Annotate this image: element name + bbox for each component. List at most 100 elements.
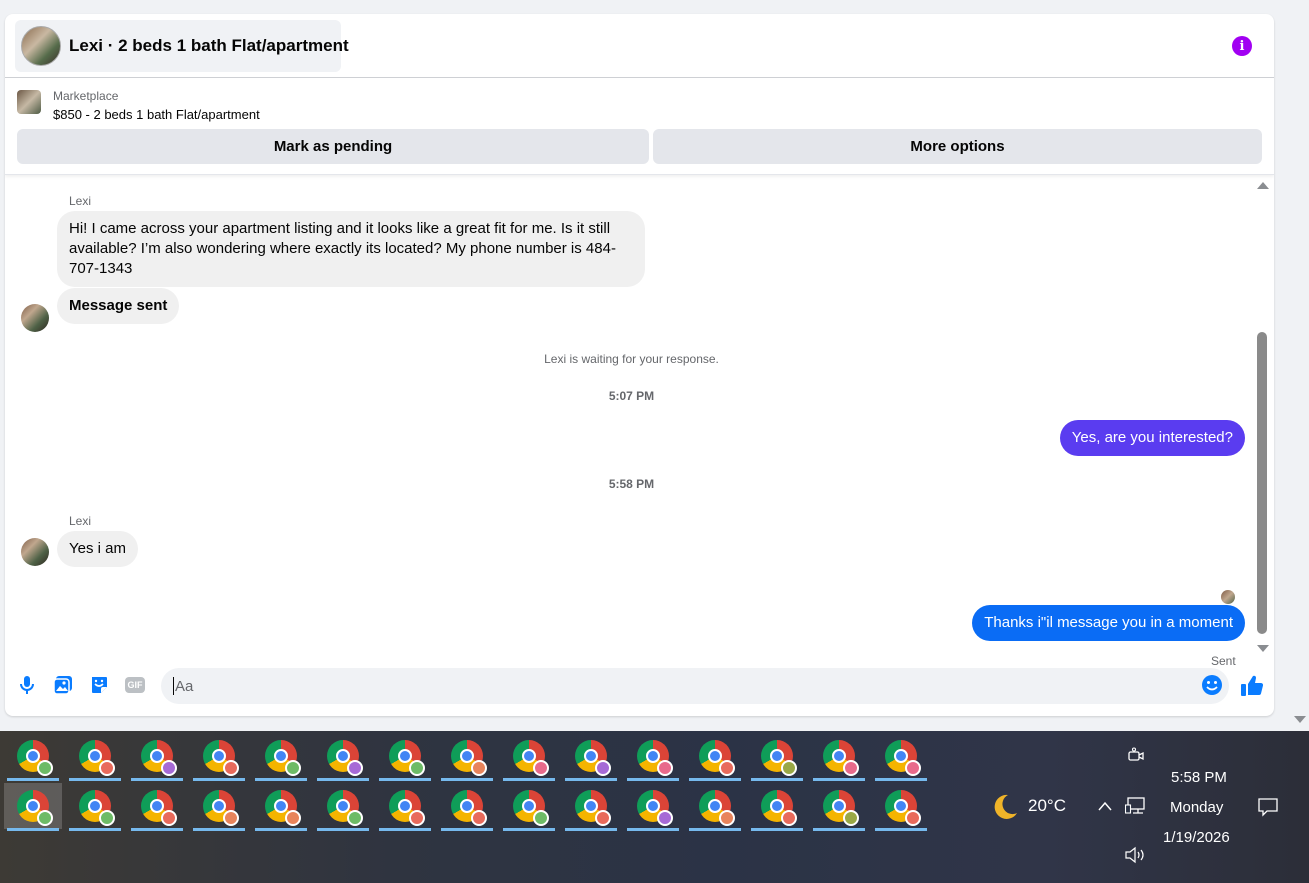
page-scroll-down-arrow[interactable] [1294,716,1306,723]
read-receipt-avatar [1221,590,1235,604]
chrome-taskbar-button[interactable] [686,783,744,831]
volume-icon[interactable] [1124,846,1146,864]
chrome-taskbar-button[interactable] [190,783,248,831]
waiting-notice: Lexi is waiting for your response. [544,352,719,366]
chrome-taskbar-button[interactable] [748,783,806,831]
chrome-taskbar-button[interactable] [438,733,496,781]
profile-badge-icon [223,760,239,776]
chrome-icon [885,790,921,826]
incoming-message[interactable]: Hi! I came across your apartment listing… [57,211,645,287]
gif-icon[interactable]: GIF [124,674,146,696]
outgoing-message[interactable]: Yes, are you interested? [1059,420,1245,456]
clock-date[interactable]: 1/19/2026 [1163,829,1230,846]
emoji-icon[interactable] [1201,674,1223,696]
incoming-message[interactable]: Yes i am [57,531,138,567]
photo-icon[interactable] [52,674,74,696]
temperature-text[interactable]: 20°C [1028,796,1066,816]
sender-avatar[interactable] [21,538,49,566]
chrome-taskbar-button[interactable] [252,733,310,781]
chrome-icon [451,740,487,776]
profile-badge-icon [843,810,859,826]
moon-icon[interactable] [988,792,1020,822]
listing-thumbnail[interactable] [17,90,41,114]
chrome-taskbar-button[interactable] [624,733,682,781]
conversation-title-button[interactable]: Lexi · 2 beds 1 bath Flat/apartment [15,20,349,72]
chrome-taskbar-button[interactable] [128,783,186,831]
chrome-icon [17,740,53,776]
chrome-icon [823,790,859,826]
chrome-taskbar-button[interactable] [376,733,434,781]
timestamp: 5:07 PM [608,389,655,403]
mark-as-pending-button[interactable]: Mark as pending [17,129,649,164]
listing-label: Marketplace [53,89,119,103]
chrome-taskbar-button[interactable] [624,783,682,831]
message-scrollbar[interactable] [1256,182,1270,652]
message-composer: GIF Aa [5,664,1274,708]
chrome-icon [203,740,239,776]
chevron-up-icon[interactable] [1097,799,1113,811]
chrome-taskbar-button[interactable] [376,783,434,831]
profile-badge-icon [657,760,673,776]
text-caret [173,677,174,695]
sender-name: Lexi [69,514,92,528]
profile-badge-icon [905,760,921,776]
sticker-icon[interactable] [88,674,110,696]
chrome-taskbar-button[interactable] [66,733,124,781]
chrome-taskbar-button[interactable] [4,783,62,831]
meet-now-icon[interactable] [1128,747,1144,765]
chrome-icon [79,790,115,826]
outgoing-message[interactable]: Thanks i"il message you in a moment [972,605,1245,641]
chrome-taskbar-button[interactable] [686,733,744,781]
incoming-message-auto[interactable]: Message sent [57,288,180,324]
chrome-taskbar-button[interactable] [500,783,558,831]
clock-day[interactable]: Monday [1170,799,1223,816]
chrome-icon [699,740,735,776]
chrome-taskbar-button[interactable] [66,783,124,831]
network-icon[interactable] [1124,796,1147,816]
scroll-up-arrow[interactable] [1257,182,1269,189]
chrome-taskbar-button[interactable] [190,733,248,781]
profile-badge-icon [781,760,797,776]
chrome-icon [885,740,921,776]
chrome-taskbar-button[interactable] [748,733,806,781]
profile-badge-icon [595,760,611,776]
chrome-taskbar-button[interactable] [872,733,930,781]
scroll-thumb[interactable] [1257,332,1267,634]
listing-price-title[interactable]: $850 - 2 beds 1 bath Flat/apartment [53,107,260,122]
chrome-taskbar-button[interactable] [314,783,372,831]
profile-badge-icon [719,810,735,826]
chrome-icon [575,790,611,826]
message-input-placeholder: Aa [175,677,194,695]
scroll-down-arrow[interactable] [1257,645,1269,652]
chrome-icon [141,740,177,776]
chrome-taskbar-button[interactable] [562,783,620,831]
chrome-taskbar-button[interactable] [314,733,372,781]
message-input[interactable]: Aa [161,668,1229,704]
profile-badge-icon [843,760,859,776]
chrome-taskbar-button[interactable] [500,733,558,781]
chrome-taskbar-button[interactable] [438,783,496,831]
microphone-icon[interactable] [16,674,38,696]
marketplace-listing-banner: Marketplace $850 - 2 beds 1 bath Flat/ap… [5,78,1274,175]
notifications-icon[interactable] [1257,797,1279,817]
chrome-icon [761,740,797,776]
info-icon[interactable]: i [1232,36,1252,56]
chrome-icon [637,740,673,776]
chrome-icon [265,790,301,826]
chrome-icon [79,740,115,776]
profile-badge-icon [595,810,611,826]
chrome-taskbar-button[interactable] [872,783,930,831]
sender-avatar[interactable] [21,304,49,332]
thumbs-up-icon[interactable] [1240,674,1264,698]
more-options-button[interactable]: More options [653,129,1262,164]
chrome-icon [327,790,363,826]
chrome-taskbar-button[interactable] [128,733,186,781]
clock-time[interactable]: 5:58 PM [1171,769,1227,786]
chrome-taskbar-button[interactable] [562,733,620,781]
chrome-taskbar-button[interactable] [4,733,62,781]
chrome-taskbar-button[interactable] [252,783,310,831]
chrome-taskbar-button[interactable] [810,783,868,831]
chrome-taskbar-button[interactable] [810,733,868,781]
chrome-icon [575,740,611,776]
profile-badge-icon [657,810,673,826]
